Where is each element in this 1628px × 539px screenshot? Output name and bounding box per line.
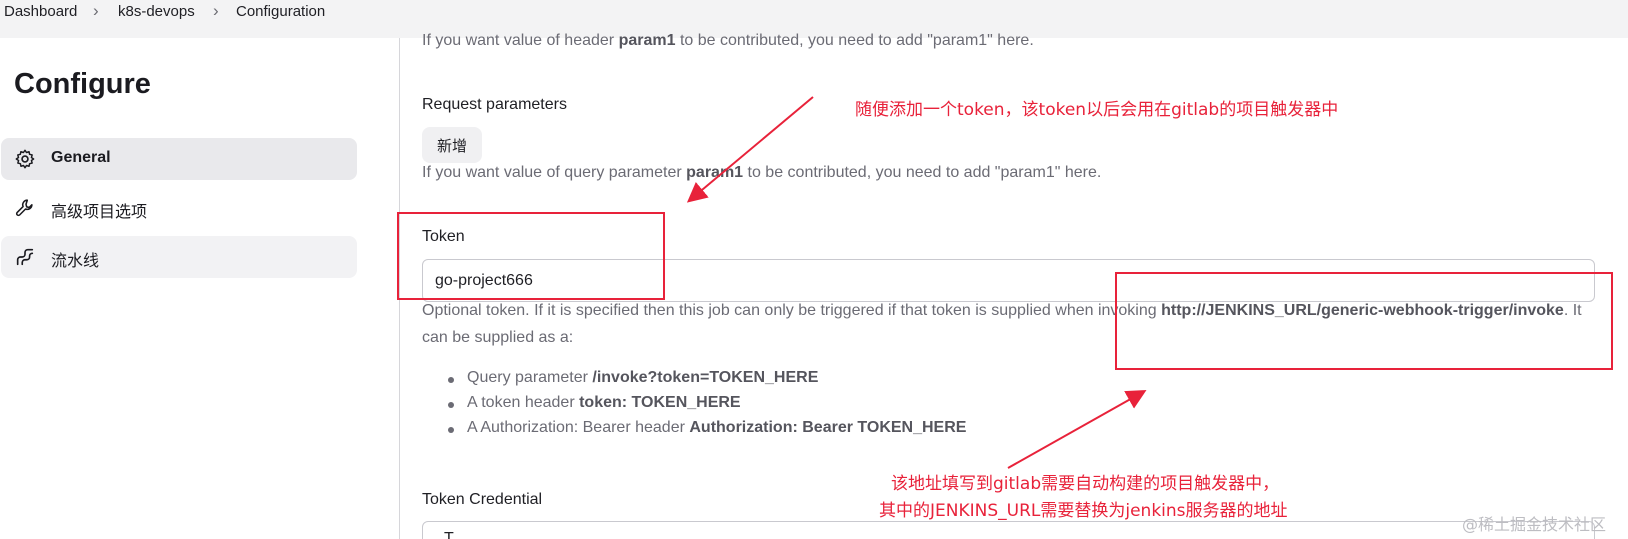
token-credential-value: T bbox=[444, 530, 454, 539]
sidebar-item-label: 流水线 bbox=[51, 253, 100, 270]
list-item: A token header token: TOKEN_HERE bbox=[446, 394, 966, 419]
annotation-box-url bbox=[1115, 272, 1613, 370]
query-param-help: If you want value of query parameter par… bbox=[422, 164, 1102, 181]
breadcrumb-configuration[interactable]: Configuration bbox=[236, 3, 325, 20]
token-credential-select[interactable] bbox=[422, 521, 1595, 539]
sidebar-item-pipeline[interactable]: 流水线 bbox=[1, 236, 357, 278]
sidebar-item-label: General bbox=[51, 149, 111, 166]
token-credential-label: Token Credential bbox=[422, 491, 543, 508]
sidebar-item-general[interactable]: General bbox=[1, 138, 357, 180]
annotation-arrow-token bbox=[686, 96, 814, 203]
annotation-arrow-url bbox=[1007, 390, 1147, 469]
annotation-box-token bbox=[397, 212, 665, 300]
sidebar-item-advanced-options[interactable]: 高级项目选项 bbox=[1, 187, 357, 229]
list-item: A Authorization: Bearer header Authoriza… bbox=[446, 419, 966, 444]
breadcrumb-k8s-devops[interactable]: k8s-devops bbox=[118, 3, 195, 20]
annotation-note-token: 随便添加一个token，该token以后会用在gitlab的项目触发器中 bbox=[855, 100, 1339, 120]
token-help-line2: can be supplied as a: bbox=[422, 329, 574, 346]
sidebar-item-label: 高级项目选项 bbox=[51, 204, 148, 221]
sidebar-title: Configure bbox=[14, 68, 151, 100]
chevron-right-icon: › bbox=[213, 1, 219, 20]
gear-icon bbox=[15, 149, 35, 169]
header-param-help: If you want value of header param1 to be… bbox=[422, 32, 1034, 49]
annotation-note-url-line2: 其中的JENKINS_URL需要替换为jenkins服务器的地址 bbox=[879, 501, 1288, 521]
annotation-note-url-line1: 该地址填写到gitlab需要自动构建的项目触发器中， bbox=[891, 474, 1280, 494]
breadcrumb-dashboard[interactable]: Dashboard bbox=[4, 3, 77, 20]
watermark: @稀土掘金技术社区 bbox=[1462, 515, 1607, 534]
request-parameters-label: Request parameters bbox=[422, 96, 567, 113]
chevron-right-icon: › bbox=[93, 1, 99, 20]
list-item: Query parameter /invoke?token=TOKEN_HERE bbox=[446, 369, 966, 394]
pipeline-icon bbox=[16, 248, 34, 266]
wrench-icon bbox=[15, 199, 33, 217]
add-request-parameter-button[interactable]: 新增 bbox=[422, 127, 482, 163]
token-usage-list: Query parameter /invoke?token=TOKEN_HERE… bbox=[446, 369, 966, 444]
